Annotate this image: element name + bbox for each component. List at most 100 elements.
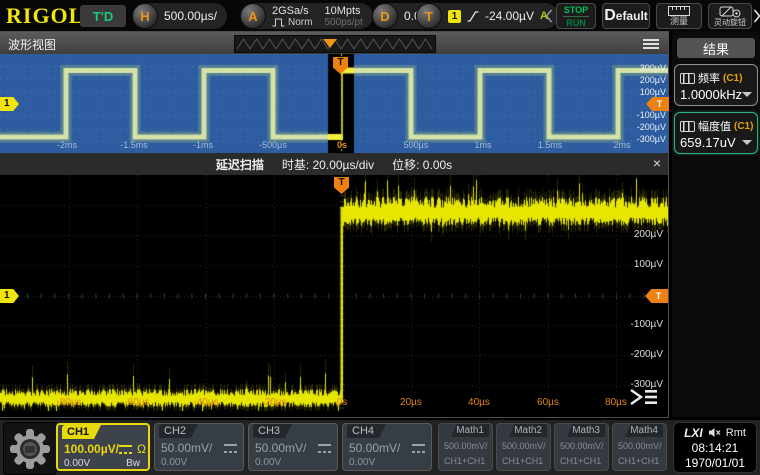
trigger-position-marker-icon[interactable] <box>323 39 337 48</box>
system-status-block[interactable]: LXI Rmt 08:14:21 1970/01/01 <box>673 422 757 473</box>
overview-trigger-marker[interactable]: T <box>333 57 348 74</box>
quick-knob-button[interactable]: 灵动旋钮 <box>708 3 752 29</box>
channel-card-ch1[interactable]: CH1 100.00µV/Ω 0.00VBw <box>56 423 150 471</box>
overview-time-label: -2ms <box>43 140 91 150</box>
math-card-4[interactable]: Math4500.00mV/CH1+CH1 <box>612 423 667 471</box>
math-tab[interactable]: Math2 <box>509 424 547 437</box>
channel-scale-row: 50.00mV/ <box>255 441 331 455</box>
settings-gear-button[interactable] <box>3 422 57 475</box>
dc-coupling-icon <box>318 444 331 453</box>
measure-button[interactable]: 测量 <box>656 3 702 29</box>
toolbar-scroll-left-icon[interactable] <box>545 9 553 28</box>
math-card-1[interactable]: Math1500.00mV/CH1+CH1 <box>438 423 493 471</box>
math-expression: CH1+CH1 <box>560 456 601 466</box>
top-toolbar: RIGOL T'D H 500.00µs/ A 2GSa/s 10Mpts No… <box>0 0 760 32</box>
math-scale: 500.00mV/ <box>502 441 546 451</box>
math-tab[interactable]: Math4 <box>625 424 663 437</box>
overview-time-label: 0s <box>318 140 366 150</box>
toolbar-scroll-right-icon[interactable] <box>753 9 760 28</box>
rising-edge-icon <box>467 10 479 23</box>
close-icon[interactable]: × <box>653 155 661 171</box>
overview-volt-label: -100µV <box>620 110 666 120</box>
channel-offset-row: 0.00VBw <box>64 458 140 469</box>
channel-tab[interactable]: CH3 <box>253 424 292 438</box>
math-tab[interactable]: Math3 <box>567 424 605 437</box>
math-scale: 500.00mV/ <box>618 441 662 451</box>
acquire-mode: Norm <box>288 17 312 28</box>
result-source: (C1) <box>723 73 742 84</box>
channel-offset: 0.00V <box>349 457 375 468</box>
coupling-icons <box>412 444 425 453</box>
acquire-knob[interactable]: A <box>240 3 266 29</box>
overview-time-label: 1.5ms <box>526 140 574 150</box>
sample-rate: 2GSa/s <box>272 5 312 17</box>
timebase-value: 500.00µs/ <box>164 9 217 23</box>
result-card-1[interactable]: 频率(C1)1.0000kHz <box>674 64 758 106</box>
channel-tab[interactable]: CH1 <box>62 425 101 439</box>
main-time-label: -40µs <box>181 397 231 408</box>
stop-run-button[interactable]: STOP RUN <box>556 3 596 29</box>
menu-icon[interactable] <box>642 37 660 55</box>
main-time-label: 80µs <box>591 397 641 408</box>
dc-coupling-icon <box>224 444 237 453</box>
dropdown-icon[interactable] <box>742 92 752 102</box>
channel-status-bar: CH1 100.00µV/Ω 0.00VBw CH2 50.00mV/0.00V CH3 5… <box>0 420 760 475</box>
delayed-sweep-bar: 延迟扫描 时基: 20.00µs/div 位移: 0.00s × <box>0 153 668 175</box>
math-tab[interactable]: Math1 <box>451 424 489 437</box>
dropdown-icon[interactable] <box>742 140 752 150</box>
math-expression: CH1+CH1 <box>444 456 485 466</box>
channel-offset-row: 0.00V <box>349 457 423 468</box>
trigger-position-bar[interactable] <box>234 35 436 53</box>
overview-time-label: -1ms <box>179 140 227 150</box>
delayed-sweep-timebase: 时基: 20.00µs/div <box>282 156 374 173</box>
trigger-level-value: -24.00µV <box>485 9 534 23</box>
system-date: 1970/01/01 <box>685 456 745 470</box>
main-volt-label: -200µV <box>609 349 663 360</box>
channel-tab[interactable]: CH2 <box>159 424 198 438</box>
result-value-row: 659.17uV <box>680 135 752 150</box>
math-card-2[interactable]: Math2500.00mV/CH1+CH1 <box>496 423 551 471</box>
main-channel1-marker[interactable]: 1 <box>0 289 19 303</box>
coupling-icons <box>318 444 331 453</box>
main-time-label: 20µs <box>386 397 436 408</box>
result-label-row: 幅度值(C1) <box>680 118 753 134</box>
main-trigger-marker[interactable]: T <box>334 177 349 194</box>
quick-knob-label: 灵动旋钮 <box>714 18 746 28</box>
result-card-2[interactable]: 幅度值(C1)659.17uV <box>674 112 758 154</box>
main-volt-label: 200µV <box>609 229 663 240</box>
trigger-knob[interactable]: T <box>416 3 442 29</box>
channel-card-ch3[interactable]: CH350.00mV/0.00V <box>248 423 338 471</box>
trigger-status-badge: T'D <box>80 5 126 27</box>
math-card-3[interactable]: Math3500.00mV/CH1+CH1 <box>554 423 609 471</box>
stop-run-divider <box>563 16 589 17</box>
overview-trigger-level-marker[interactable]: T <box>646 97 669 111</box>
run-label: RUN <box>566 18 586 28</box>
overview-channel1-marker[interactable]: 1 <box>0 97 19 111</box>
horizontal-control[interactable]: H 500.00µs/ <box>132 3 227 29</box>
trigger-control[interactable]: T 1 -24.00µV A <box>416 3 558 29</box>
result-label-row: 频率(C1) <box>680 70 742 86</box>
oscilloscope-screen: RIGOL T'D H 500.00µs/ A 2GSa/s 10Mpts No… <box>0 0 760 475</box>
delay-knob[interactable]: D <box>372 3 398 29</box>
default-button[interactable]: Default <box>602 3 650 29</box>
main-time-label: -20µs <box>249 397 299 408</box>
overview-volt-label: 100µV <box>620 87 666 97</box>
channel-tab[interactable]: CH4 <box>347 424 386 438</box>
channel-card-ch4[interactable]: CH450.00mV/0.00V <box>342 423 432 471</box>
rigol-logo: RIGOL <box>6 3 84 29</box>
lxi-label: LXI <box>684 426 703 440</box>
gear-icon <box>9 428 51 470</box>
acquire-control[interactable]: A 2GSa/s 10Mpts Norm 500ps/pt <box>240 3 373 29</box>
coupling-icons <box>224 444 237 453</box>
channel-card-ch2[interactable]: CH250.00mV/0.00V <box>154 423 244 471</box>
main-graticule-area[interactable]: T 1 T 200µV100µV0V-100µV-200µV-300µV-80µ… <box>0 175 668 411</box>
horizontal-knob[interactable]: H <box>132 3 158 29</box>
stop-label: STOP <box>564 5 588 15</box>
memory-depth: 10Mpts <box>324 5 362 17</box>
overview-time-label: 1ms <box>459 140 507 150</box>
overview-timebase-area[interactable]: T 1 T 300µV200µV100µV-100µV-200µV-300µV-… <box>0 54 668 153</box>
overview-overlay: T 1 T 300µV200µV100µV-100µV-200µV-300µV-… <box>0 54 668 153</box>
channel-scale: 50.00mV/ <box>161 441 212 455</box>
channel-scale-row: 100.00µV/Ω <box>64 442 142 456</box>
meter-icon <box>680 121 695 132</box>
